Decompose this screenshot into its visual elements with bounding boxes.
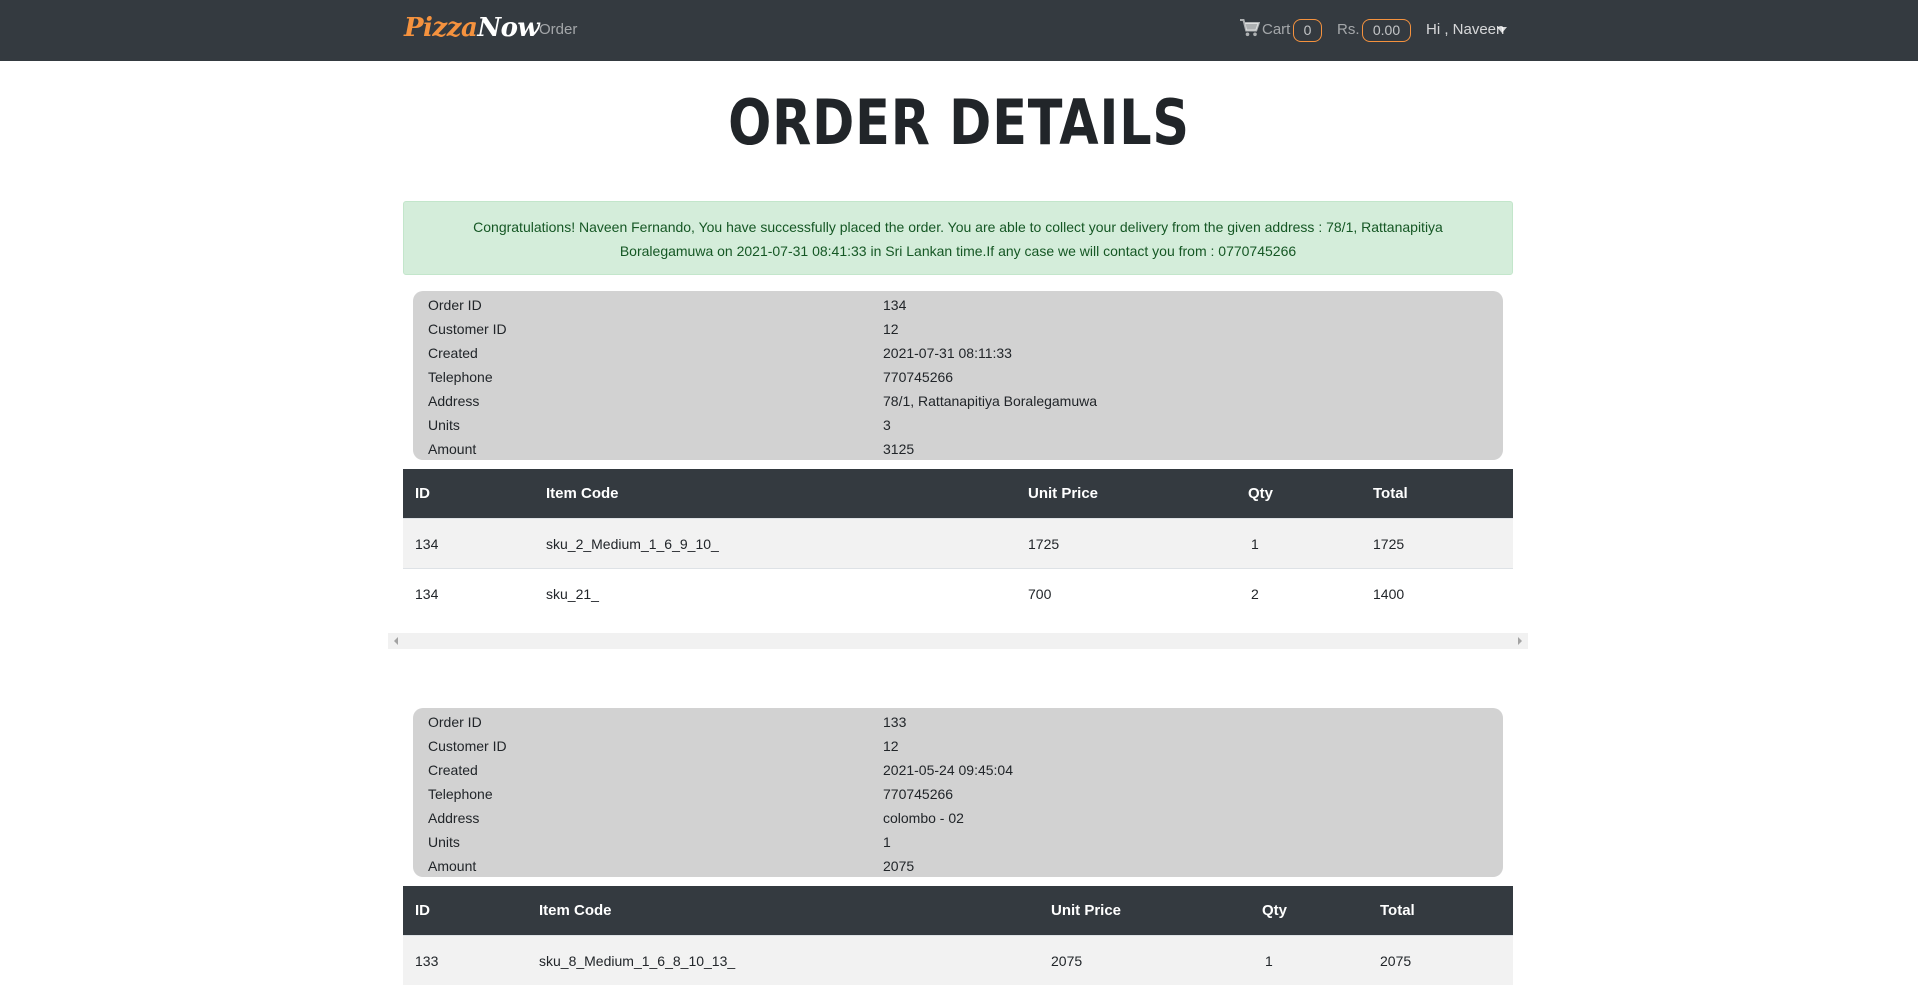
info-row-order-id: Order ID 133 <box>413 712 1503 736</box>
caret-down-icon[interactable] <box>1497 27 1507 33</box>
info-label: Order ID <box>428 297 482 313</box>
cell-item-code: sku_2_Medium_1_6_9_10_ <box>546 536 719 552</box>
table-header: ID Item Code Unit Price Qty Total <box>403 886 1513 935</box>
cell-item-code: sku_21_ <box>546 586 599 602</box>
info-value: 1 <box>883 834 891 850</box>
cell-unit-price: 1725 <box>1028 536 1060 552</box>
order-info-card: Order ID 133 Customer ID 12 Created 2021… <box>413 708 1503 877</box>
info-row-created: Created 2021-05-24 09:45:04 <box>413 760 1503 784</box>
info-row-created: Created 2021-07-31 08:11:33 <box>413 343 1503 367</box>
column-header-id: ID <box>415 902 430 919</box>
scroll-right-arrow-icon[interactable] <box>1518 637 1522 645</box>
info-value: 3125 <box>883 441 915 457</box>
info-label: Units <box>428 417 460 433</box>
cell-qty: 2 <box>1251 586 1259 602</box>
info-label: Created <box>428 345 478 361</box>
cell-id: 134 <box>415 586 439 602</box>
info-value: 770745266 <box>883 786 954 802</box>
column-header-qty: Qty <box>1262 902 1288 919</box>
order-items-table: ID Item Code Unit Price Qty Total 134 sk… <box>403 469 1513 618</box>
cell-unit-price: 700 <box>1028 586 1052 602</box>
column-header-item-code: Item Code <box>546 485 619 502</box>
info-row-customer-id: Customer ID 12 <box>413 319 1503 343</box>
info-label: Created <box>428 762 478 778</box>
info-row-customer-id: Customer ID 12 <box>413 736 1503 760</box>
info-row-amount: Amount 2075 <box>413 856 1503 880</box>
info-value: 3 <box>883 417 891 433</box>
info-label: Customer ID <box>428 738 507 754</box>
page-title: ORDER DETAILS <box>728 86 1190 159</box>
cell-qty: 1 <box>1265 953 1273 969</box>
cell-total: 2075 <box>1380 953 1412 969</box>
info-value: 133 <box>883 714 907 730</box>
info-row-address: Address 78/1, Rattanapitiya Boralegamuwa <box>413 391 1503 415</box>
cart-count-badge: 0 <box>1293 19 1322 42</box>
info-label: Amount <box>428 858 477 874</box>
info-value: 2021-07-31 08:11:33 <box>883 345 1012 361</box>
info-row-telephone: Telephone 770745266 <box>413 784 1503 808</box>
info-row-telephone: Telephone 770745266 <box>413 367 1503 391</box>
info-value: 12 <box>883 321 899 337</box>
info-label: Units <box>428 834 460 850</box>
info-value: 2021-05-24 09:45:04 <box>883 762 1013 778</box>
shopping-cart-icon[interactable] <box>1240 19 1260 37</box>
info-value: 134 <box>883 297 907 313</box>
column-header-total: Total <box>1380 902 1415 919</box>
cell-total: 1725 <box>1373 536 1405 552</box>
info-row-order-id: Order ID 134 <box>413 295 1503 319</box>
brand-logo-part1: Pizza <box>404 13 478 43</box>
table-header: ID Item Code Unit Price Qty Total <box>403 469 1513 518</box>
horizontal-scrollbar[interactable] <box>388 633 1528 649</box>
user-menu-dropdown[interactable]: Hi , Naveen <box>1426 21 1504 38</box>
cell-item-code: sku_8_Medium_1_6_8_10_13_ <box>539 953 736 969</box>
info-row-amount: Amount 3125 <box>413 439 1503 463</box>
table-row: 134 sku_2_Medium_1_6_9_10_ 1725 1 1725 <box>403 518 1513 568</box>
cart-link[interactable]: Cart <box>1262 21 1290 38</box>
info-label: Customer ID <box>428 321 507 337</box>
info-value: 78/1, Rattanapitiya Boralegamuwa <box>883 393 1098 409</box>
info-value: 2075 <box>883 858 915 874</box>
column-header-total: Total <box>1373 485 1408 502</box>
cart-amount-badge: 0.00 <box>1362 19 1411 42</box>
brand-logo-part2: Now <box>477 13 540 43</box>
table-row: 133 sku_8_Medium_1_6_8_10_13_ 2075 1 207… <box>403 935 1513 985</box>
info-label: Order ID <box>428 714 482 730</box>
info-label: Telephone <box>428 786 493 802</box>
info-label: Amount <box>428 441 477 457</box>
scroll-left-arrow-icon[interactable] <box>394 637 398 645</box>
currency-label: Rs. <box>1337 21 1360 38</box>
cell-unit-price: 2075 <box>1051 953 1083 969</box>
column-header-qty: Qty <box>1248 485 1274 502</box>
success-alert: Congratulations! Naveen Fernando, You ha… <box>403 201 1513 275</box>
info-value: 12 <box>883 738 899 754</box>
cell-qty: 1 <box>1251 536 1259 552</box>
info-row-units: Units 3 <box>413 415 1503 439</box>
info-label: Telephone <box>428 369 493 385</box>
order-items-table: ID Item Code Unit Price Qty Total 133 sk… <box>403 886 1513 985</box>
info-row-units: Units 1 <box>413 832 1503 856</box>
success-alert-message: Congratulations! Naveen Fernando, You ha… <box>473 219 1443 259</box>
brand-logo[interactable]: PizzaNow <box>404 13 540 43</box>
nav-order-link[interactable]: Order <box>539 21 577 38</box>
info-label: Address <box>428 810 480 826</box>
column-header-item-code: Item Code <box>539 902 612 919</box>
info-value: colombo - 02 <box>883 810 964 826</box>
column-header-unit-price: Unit Price <box>1051 902 1122 919</box>
column-header-id: ID <box>415 485 430 502</box>
top-navbar: PizzaNow Order Cart 0 Rs. 0.00 Hi , Nave… <box>0 0 1918 61</box>
cell-id: 134 <box>415 536 439 552</box>
cell-total: 1400 <box>1373 586 1405 602</box>
info-row-address: Address colombo - 02 <box>413 808 1503 832</box>
info-value: 770745266 <box>883 369 954 385</box>
cell-id: 133 <box>415 953 439 969</box>
column-header-unit-price: Unit Price <box>1028 485 1099 502</box>
order-info-card: Order ID 134 Customer ID 12 Created 2021… <box>413 291 1503 460</box>
info-label: Address <box>428 393 480 409</box>
table-row: 134 sku_21_ 700 2 1400 <box>403 568 1513 618</box>
